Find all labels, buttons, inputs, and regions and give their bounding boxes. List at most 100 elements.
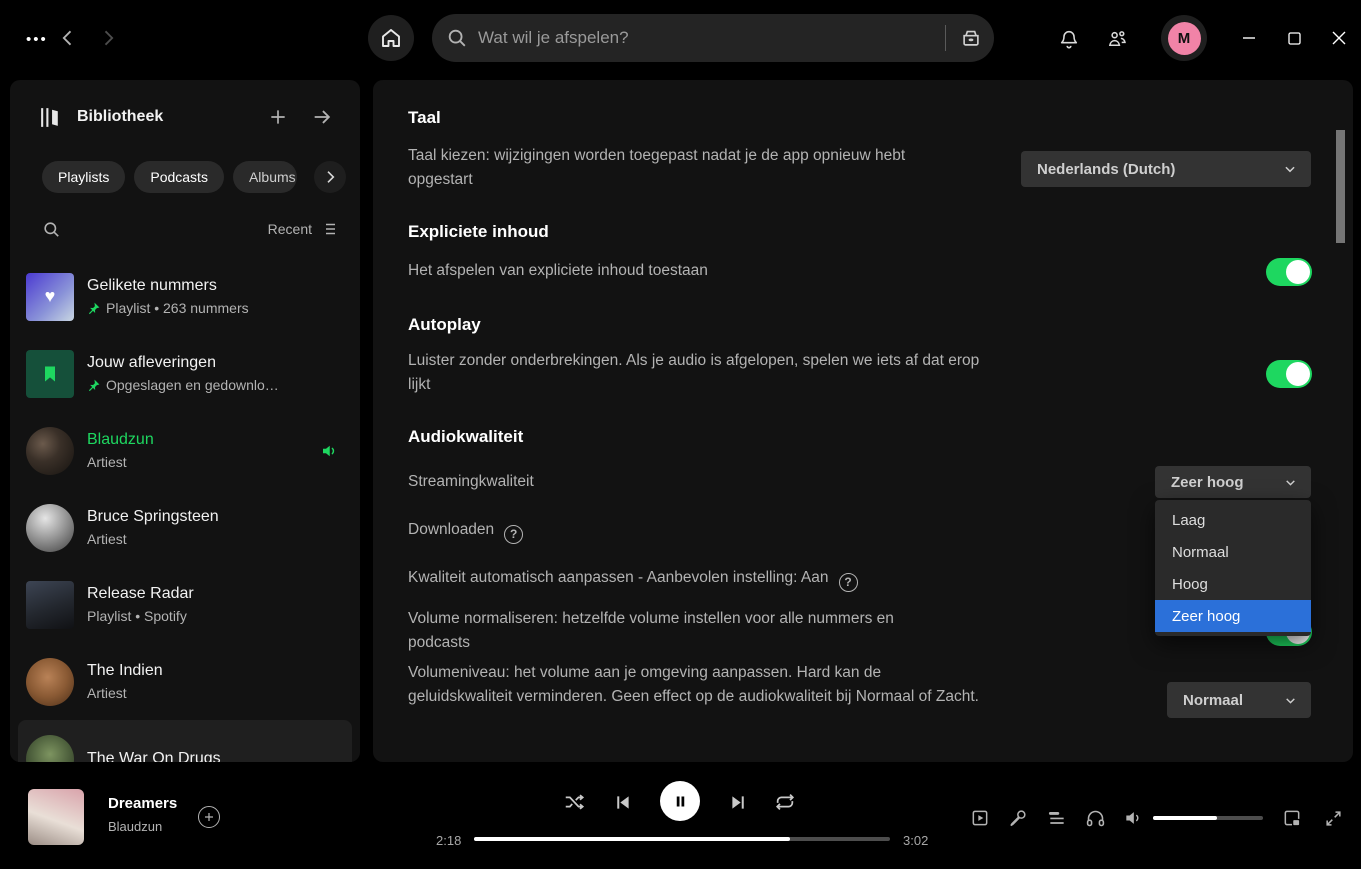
forward-button[interactable]	[94, 24, 122, 52]
previous-button[interactable]	[609, 789, 635, 815]
library-search-button[interactable]	[42, 220, 61, 239]
shuffle-icon	[563, 791, 585, 813]
connect-device-button[interactable]	[1083, 806, 1107, 830]
library-header: Bibliotheek	[10, 80, 360, 140]
playlist-art	[26, 581, 74, 629]
home-icon	[379, 26, 403, 50]
search-input[interactable]	[478, 28, 937, 48]
list-item-release-radar[interactable]: Release Radar Playlist • Spotify	[18, 566, 352, 643]
sort-recent-button[interactable]: Recent	[268, 220, 338, 238]
library-list: ♥ Gelikete nummers Playlist • 263 nummer…	[18, 258, 352, 762]
chevron-right-icon	[322, 169, 338, 185]
list-item-your-episodes[interactable]: Jouw afleveringen Opgeslagen en gedownlo…	[18, 335, 352, 412]
dropdown-option-laag[interactable]: Laag	[1155, 504, 1311, 536]
filter-playlists[interactable]: Playlists	[42, 161, 125, 193]
create-playlist-button[interactable]	[264, 103, 292, 131]
language-heading: Taal	[408, 108, 441, 128]
window-maximize-button[interactable]	[1279, 24, 1309, 52]
language-select[interactable]: Nederlands (Dutch)	[1021, 151, 1311, 187]
chevron-right-icon	[98, 28, 118, 48]
now-playing-art[interactable]	[28, 789, 84, 845]
streaming-quality-value: Zeer hoog	[1171, 474, 1244, 491]
home-button[interactable]	[368, 15, 414, 61]
now-playing-view-icon	[970, 808, 990, 828]
autoplay-row-label: Luister zonder onderbrekingen. Als je au…	[408, 349, 983, 397]
profile-button[interactable]: M	[1161, 15, 1207, 61]
avatar: M	[1168, 22, 1201, 55]
artist-photo	[26, 735, 74, 763]
library-icon[interactable]	[38, 105, 63, 130]
filters-scroll-right-button[interactable]	[314, 161, 346, 193]
autoplay-toggle[interactable]	[1266, 360, 1312, 388]
chevron-down-icon	[1284, 476, 1297, 489]
app-menu-icon[interactable]: •••	[26, 31, 48, 48]
search-bar[interactable]	[432, 14, 994, 62]
artist-photo	[26, 504, 74, 552]
now-playing-artist[interactable]: Blaudzun	[108, 819, 162, 834]
next-button[interactable]	[725, 789, 751, 815]
liked-songs-art: ♥	[26, 273, 74, 321]
fullscreen-button[interactable]	[1321, 806, 1345, 830]
filter-albums[interactable]: Albums	[233, 161, 297, 193]
repeat-button[interactable]	[772, 789, 798, 815]
filter-podcasts[interactable]: Podcasts	[134, 161, 224, 193]
bookmark-icon	[40, 364, 60, 384]
add-to-library-button[interactable]	[198, 806, 220, 828]
help-icon[interactable]: ?	[504, 525, 523, 544]
pause-button[interactable]	[660, 781, 700, 821]
lyrics-button[interactable]	[1006, 806, 1030, 830]
volume-bar[interactable]	[1153, 816, 1263, 820]
help-icon[interactable]: ?	[839, 573, 858, 592]
browse-icon[interactable]	[960, 27, 982, 49]
dropdown-option-zeer-hoog[interactable]: Zeer hoog	[1155, 600, 1311, 632]
shuffle-button[interactable]	[561, 789, 587, 815]
artist-photo	[26, 427, 74, 475]
chevron-down-icon	[1283, 162, 1297, 176]
headphones-icon	[1085, 808, 1106, 829]
queue-button[interactable]	[1045, 806, 1069, 830]
download-quality-label: Downloaden	[408, 521, 494, 538]
explicit-toggle[interactable]	[1266, 258, 1312, 286]
window-close-button[interactable]	[1324, 24, 1354, 52]
arrow-right-icon	[311, 106, 333, 128]
streaming-quality-select[interactable]: Zeer hoog	[1155, 466, 1311, 498]
streaming-quality-label: Streamingkwaliteit	[408, 470, 534, 494]
player-bar: Dreamers Blaudzun 2:18 3:02	[0, 762, 1361, 869]
friend-activity-button[interactable]	[1102, 24, 1132, 54]
mute-button[interactable]	[1121, 806, 1145, 830]
now-playing-track[interactable]: Dreamers	[108, 795, 177, 812]
list-item-blaudzun[interactable]: Blaudzun Artiest	[18, 412, 352, 489]
spotify-window: ••• M	[0, 0, 1361, 869]
volume-level-value: Normaal	[1183, 692, 1243, 709]
volume-level-select[interactable]: Normaal	[1167, 682, 1311, 718]
window-minimize-button[interactable]	[1234, 24, 1264, 52]
dropdown-option-hoog[interactable]: Hoog	[1155, 568, 1311, 600]
scrollbar-thumb[interactable]	[1336, 130, 1345, 243]
toggle-knob	[1286, 260, 1310, 284]
now-playing-view-button[interactable]	[968, 806, 992, 830]
dropdown-option-normaal[interactable]: Normaal	[1155, 536, 1311, 568]
list-item-liked-songs[interactable]: ♥ Gelikete nummers Playlist • 263 nummer…	[18, 258, 352, 335]
item-subtitle: Opgeslagen en gedownlo…	[106, 377, 279, 393]
miniplayer-icon	[1282, 808, 1302, 828]
item-subtitle: Artiest	[87, 685, 127, 701]
progress-bar[interactable]	[474, 837, 890, 841]
normalize-volume-label: Volume normaliseren: hetzelfde volume in…	[408, 607, 953, 655]
streaming-quality-dropdown: Laag Normaal Hoog Zeer hoog	[1155, 500, 1311, 636]
library-title[interactable]: Bibliotheek	[77, 108, 264, 126]
list-item-the-indien[interactable]: The Indien Artiest	[18, 643, 352, 720]
miniplayer-button[interactable]	[1280, 806, 1304, 830]
chevron-down-icon	[1284, 694, 1297, 707]
list-item-bruce-springsteen[interactable]: Bruce Springsteen Artiest	[18, 489, 352, 566]
now-playing-speaker-icon	[320, 442, 338, 460]
notifications-button[interactable]	[1054, 24, 1084, 54]
back-button[interactable]	[54, 24, 82, 52]
list-item-the-war-on-drugs[interactable]: The War On Drugs	[18, 720, 352, 762]
item-title: Blaudzun	[87, 431, 307, 449]
expand-library-button[interactable]	[308, 103, 336, 131]
item-title: The War On Drugs	[87, 750, 344, 763]
fullscreen-icon	[1324, 809, 1343, 828]
library-sidebar: Bibliotheek Playlists Podcasts Albums Re…	[10, 80, 360, 762]
your-episodes-art	[26, 350, 74, 398]
maximize-icon	[1288, 32, 1301, 45]
